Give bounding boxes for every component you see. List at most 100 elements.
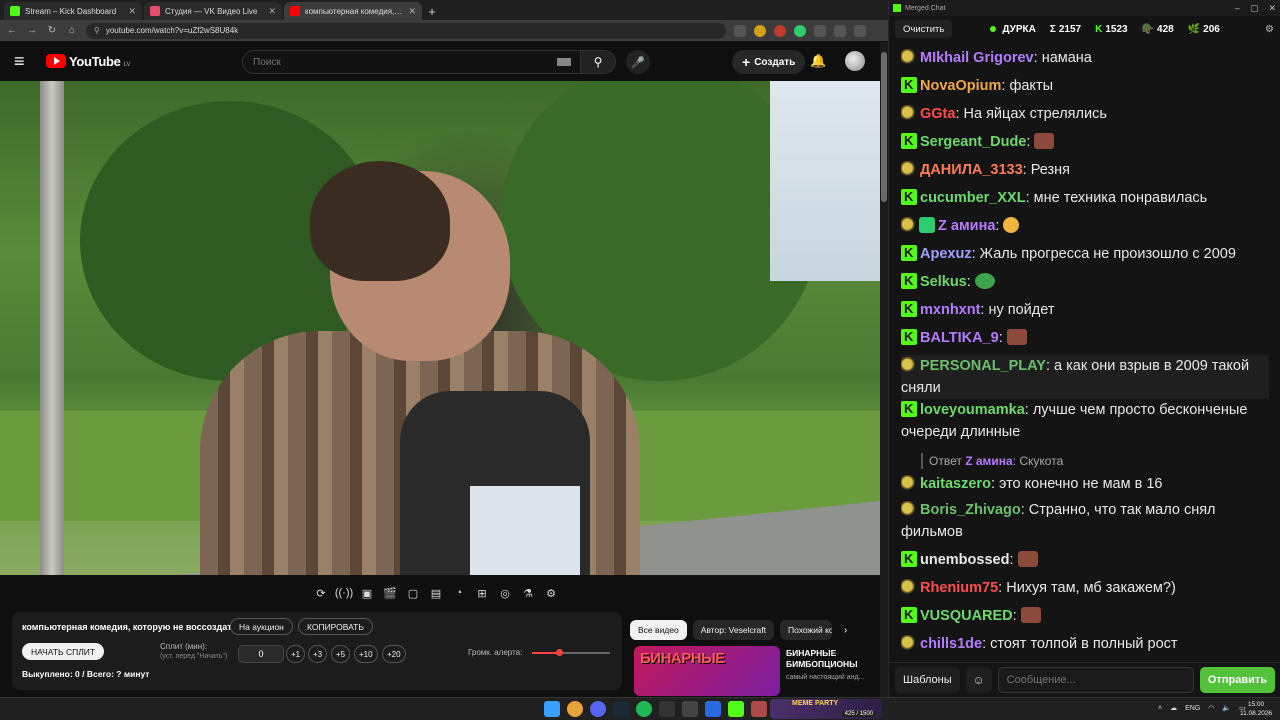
loop-icon[interactable]: ⟳ (314, 586, 328, 600)
vscode-icon[interactable] (705, 701, 721, 717)
clapper-icon[interactable]: 🎬 (383, 586, 397, 600)
chat-username[interactable]: ДАНИЛА_3133 (920, 162, 1023, 178)
windows-start-icon[interactable] (544, 701, 560, 717)
keyboard-icon[interactable] (557, 58, 571, 66)
gear-icon[interactable]: ⚙ (1265, 24, 1274, 35)
create-button[interactable]: + Создать (732, 50, 806, 74)
chat-message[interactable]: mxnhxnt: ну пойдет (901, 298, 1269, 321)
close-icon[interactable]: ✕ (408, 6, 416, 17)
chat-message[interactable]: chills1de: стоят толпой в полный рост (901, 633, 1269, 655)
chat-username[interactable]: Boris_Zhivago (920, 502, 1021, 518)
extension-icon[interactable] (754, 24, 766, 37)
reply-preview[interactable]: Ответ Z амина: Скукота (921, 453, 1063, 469)
chat-message[interactable]: GGta: На яйцах стрелялись (901, 103, 1269, 125)
message-input[interactable] (997, 667, 1194, 693)
chip-similar[interactable]: Похожий ко (780, 620, 832, 640)
templates-button[interactable]: Шаблоны (895, 667, 960, 693)
chat-username[interactable]: kaitaszero (920, 476, 991, 492)
add-1-button[interactable]: +1 (286, 645, 306, 663)
chat-message[interactable]: Sergeant_Dude: (901, 130, 1269, 153)
chat-message[interactable]: NovaOpium: факты (901, 74, 1269, 97)
copy-button[interactable]: КОПИРОВАТЬ (298, 618, 373, 635)
chat-message[interactable]: Z амина: (901, 215, 1269, 237)
camera-icon[interactable]: ◎ (498, 586, 512, 600)
close-icon[interactable]: ✕ (128, 6, 136, 17)
chevron-right-icon[interactable]: › (844, 625, 847, 636)
chat-username[interactable]: Rhenium75 (920, 580, 998, 596)
menu-icon[interactable] (854, 24, 866, 37)
new-tab-button[interactable]: + (424, 2, 440, 20)
auction-button[interactable]: На аукцион (230, 618, 293, 635)
chat-message[interactable]: Boris_Zhivago: Странно, что так мало сня… (901, 499, 1269, 543)
recommendation-title[interactable]: БИНАРНЫЕ БИМБОПЦИОНЫ (786, 648, 882, 670)
add-5-button[interactable]: +5 (331, 645, 351, 663)
spotify-icon[interactable] (636, 701, 652, 717)
add-3-button[interactable]: +3 (308, 645, 328, 663)
chat-message[interactable]: Rhenium75: Нихуя там, мб закажем?) (901, 577, 1269, 599)
volume-icon[interactable]: 🔈 (1222, 704, 1231, 712)
record-settings-icon[interactable]: ▣ (360, 586, 374, 600)
chat-username[interactable]: MIkhail Grigorev (920, 50, 1034, 66)
forward-icon[interactable]: → (26, 25, 38, 36)
chat-message[interactable]: loveyoumamka: лучше чем просто бескончен… (901, 398, 1269, 443)
broadcast-icon[interactable]: ((·)) (335, 586, 353, 600)
steam-icon[interactable] (613, 701, 629, 717)
chat-message[interactable]: Apexuz: Жаль прогресса не произошло с 20… (901, 242, 1269, 265)
start-split-button[interactable]: НАЧАТЬ СПЛИТ (22, 643, 105, 660)
obs-icon[interactable] (659, 701, 675, 717)
maximize-icon[interactable]: ▢ (1250, 3, 1259, 14)
app-icon[interactable] (682, 701, 698, 717)
chat-username[interactable]: Sergeant_Dude (920, 134, 1026, 150)
chat-message[interactable]: Selkus: (901, 270, 1269, 293)
wifi-icon[interactable]: ◠ (1208, 704, 1214, 712)
extension-icon[interactable] (734, 24, 746, 37)
home-icon[interactable]: ⌂ (66, 25, 78, 36)
page-scrollbar[interactable] (880, 42, 888, 697)
add-10-button[interactable]: +10 (354, 645, 378, 663)
chat-username[interactable]: GGta (920, 106, 955, 122)
add-20-button[interactable]: +20 (382, 645, 406, 663)
kick-icon[interactable] (728, 701, 744, 717)
chat-username[interactable]: PERSONAL_PLAY (920, 358, 1046, 374)
chat-username[interactable]: BALTIKA_9 (920, 330, 999, 346)
download-icon[interactable] (834, 24, 846, 37)
chat-username[interactable]: mxnhxnt (920, 302, 980, 318)
gear-icon[interactable]: ⚙ (544, 586, 558, 600)
chat-username[interactable]: Selkus (920, 274, 967, 290)
frame-icon[interactable]: ▢ (406, 586, 420, 600)
speed-icon[interactable]: ◔ (452, 586, 466, 600)
extension-icon[interactable] (794, 24, 806, 37)
volume-slider-knob[interactable] (556, 649, 564, 656)
chat-message[interactable]: BALTIKA_9: (901, 326, 1269, 349)
cloud-icon[interactable]: ☁ (1170, 704, 1177, 712)
scrollbar-thumb[interactable] (881, 52, 887, 202)
tab-youtube-video[interactable]: компьютерная комедия, которую ✕ (284, 2, 422, 20)
minutes-input[interactable]: 0 (238, 645, 284, 663)
flask-icon[interactable]: ⚗ (521, 586, 535, 600)
chat-message[interactable]: ДАНИЛА_3133: Резня (901, 159, 1269, 181)
menu-icon[interactable]: ≡ (14, 51, 36, 72)
voice-search-button[interactable]: 🎤 (626, 50, 650, 74)
system-clock[interactable]: 15:00 11.08.2026 (1240, 700, 1272, 718)
puzzle-icon[interactable] (814, 24, 826, 37)
chip-author[interactable]: Автор: Veselcraft (692, 620, 774, 640)
app-icon[interactable] (751, 701, 767, 717)
discord-icon[interactable] (590, 701, 606, 717)
tab-kick-dashboard[interactable]: Stream – Kick Dashboard ✕ (4, 2, 142, 20)
chat-username[interactable]: cucumber_XXL (920, 190, 1026, 206)
chat-message[interactable]: PERSONAL_PLAY: а как они взрыв в 2009 та… (901, 355, 1269, 399)
search-input[interactable] (253, 56, 557, 68)
add-box-icon[interactable]: ⊞ (475, 586, 489, 600)
chat-messages[interactable]: MIkhail Grigorev: намана NovaOpium: факты… (889, 44, 1280, 662)
chat-username[interactable]: Apexuz (920, 246, 972, 262)
recommendation-thumbnail[interactable]: БИНАРНЫЕ (634, 646, 780, 696)
minimize-icon[interactable]: – (1235, 3, 1240, 14)
chat-username[interactable]: loveyoumamka (920, 402, 1025, 418)
language-indicator[interactable]: ENG (1185, 705, 1200, 712)
chat-username[interactable]: NovaOpium (920, 78, 1001, 94)
send-button[interactable]: Отправить (1199, 667, 1275, 693)
chat-message[interactable]: cucumber_XXL: мне техника понравилась (901, 186, 1269, 209)
avatar[interactable] (845, 51, 865, 71)
chevron-up-icon[interactable]: ˄ (1158, 705, 1162, 712)
clear-button[interactable]: Очистить (895, 20, 953, 38)
